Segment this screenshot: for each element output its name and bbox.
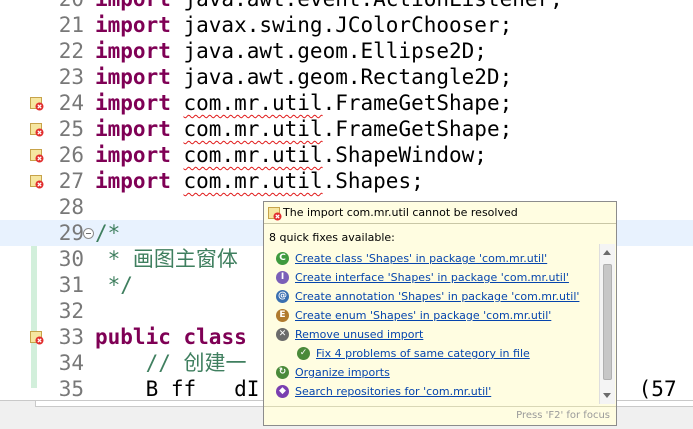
scroll-up-icon[interactable] <box>603 250 611 255</box>
quick-fix-count: 8 quick fixes available: <box>269 231 395 244</box>
line-number: 20 <box>40 0 84 12</box>
code-text: import com.mr.util.ShapeWindow; <box>95 142 487 168</box>
line-number: 33 <box>58 325 84 349</box>
line-number: 25 <box>58 117 84 141</box>
keyword: import <box>95 91 171 115</box>
code-token: java.awt.event.ActionListener; <box>171 0 563 11</box>
quick-fix-label[interactable]: Remove unused import <box>295 328 423 341</box>
line-number: 26 <box>58 143 84 167</box>
code-line[interactable]: 27 import com.mr.util.Shapes; <box>0 168 693 194</box>
code-line[interactable]: 21 import javax.swing.JColorChooser; <box>0 12 693 38</box>
unresolved-package: com.mr.util <box>183 143 323 167</box>
code-text: * 画图主窗体 <box>95 246 238 272</box>
quick-fix-label[interactable]: Create enum 'Shapes' in package 'com.mr.… <box>295 309 551 322</box>
code-token: class <box>183 325 247 349</box>
enum-icon: E <box>276 309 289 322</box>
keyword: import <box>95 143 171 167</box>
line-number: 29 <box>58 221 84 245</box>
interface-icon: I <box>276 271 289 284</box>
code-line[interactable]: 22 import java.awt.geom.Ellipse2D; <box>0 38 693 64</box>
quick-fix-label[interactable]: Create interface 'Shapes' in package 'co… <box>295 271 569 284</box>
popup-scrollbar[interactable] <box>599 244 615 404</box>
keyword: import <box>95 169 171 193</box>
unresolved-package: com.mr.util <box>183 91 323 115</box>
code-line[interactable]: 20 import java.awt.event.ActionListener; <box>0 0 693 12</box>
popup-footer: Press 'F2' for focus <box>264 406 616 425</box>
scroll-down-icon[interactable] <box>603 393 611 398</box>
code-token: java.awt.geom.Rectangle2D; <box>170 65 513 89</box>
code-line[interactable]: 26 import com.mr.util.ShapeWindow; <box>0 142 693 168</box>
keyword: public <box>95 325 171 349</box>
comment-text: */ <box>95 273 133 297</box>
annotation-icon: @ <box>276 290 289 303</box>
fold-collapse-icon[interactable] <box>83 228 94 239</box>
keyword: import <box>95 0 171 11</box>
remove-icon: ✕ <box>276 328 289 341</box>
code-token: .ShapeWindow; <box>322 143 487 167</box>
quick-fix-label[interactable]: Organize imports <box>295 366 390 379</box>
line-number: 35 <box>58 377 84 400</box>
popup-title-bar: The import com.mr.util cannot be resolve… <box>264 202 616 224</box>
import-error-icon <box>268 206 282 221</box>
code-text: import java.awt.geom.Ellipse2D; <box>95 38 487 64</box>
keyword: import <box>95 13 171 37</box>
line-number: 22 <box>58 39 84 63</box>
code-token: java.awt.geom.Ellipse2D; <box>170 39 487 63</box>
line-number: 30 <box>58 247 84 271</box>
code-text: // 创建一 <box>95 350 247 376</box>
keyword: import <box>95 117 171 141</box>
code-token: .FrameGetShape; <box>322 117 513 141</box>
scrollbar-thumb[interactable] <box>603 264 612 380</box>
line-number: 21 <box>58 13 84 37</box>
class-icon: C <box>276 252 289 265</box>
quick-fix-popup[interactable]: The import com.mr.util cannot be resolve… <box>263 201 617 426</box>
code-text: import com.mr.util.FrameGetShape; <box>95 116 512 142</box>
code-text: import java.awt.event.ActionListener; <box>95 0 563 12</box>
code-line[interactable]: 25 import com.mr.util.FrameGetShape; <box>0 116 693 142</box>
code-line[interactable]: 24 import com.mr.util.FrameGetShape; <box>0 90 693 116</box>
keyword: import <box>95 65 171 89</box>
code-token: .FrameGetShape; <box>322 91 513 115</box>
search-repo-icon: ◆ <box>276 385 289 398</box>
unresolved-package: com.mr.util <box>183 169 323 193</box>
line-number: 27 <box>58 169 84 193</box>
code-token: javax.swing.JColorChooser; <box>170 13 513 37</box>
code-line[interactable]: 23 import java.awt.geom.Rectangle2D; <box>0 64 693 90</box>
comment-text: * 画图主窗体 <box>95 247 238 271</box>
code-text: import com.mr.util.Shapes; <box>95 168 424 194</box>
organize-icon: ↻ <box>276 366 289 379</box>
comment-text: /* <box>95 221 121 245</box>
line-number: 31 <box>58 273 84 297</box>
code-text: import com.mr.util.FrameGetShape; <box>95 90 512 116</box>
line-number: 23 <box>58 65 84 89</box>
comment-text: // 创建一 <box>95 351 247 375</box>
popup-title: The import com.mr.util cannot be resolve… <box>283 206 518 219</box>
code-text: import java.awt.geom.Rectangle2D; <box>95 64 512 90</box>
line-number: 34 <box>58 351 84 375</box>
code-text: /* <box>95 220 120 246</box>
focus-hint: Press 'F2' for focus <box>516 410 610 421</box>
quick-fix-label[interactable]: Search repositories for 'com.mr.util' <box>295 385 491 398</box>
code-text: import javax.swing.JColorChooser; <box>95 12 512 38</box>
unresolved-package: com.mr.util <box>183 117 323 141</box>
line-number: 24 <box>58 91 84 115</box>
code-token: .Shapes; <box>322 169 424 193</box>
line-number: 28 <box>58 195 84 219</box>
code-text: */ <box>95 272 133 298</box>
line-number: 32 <box>58 299 84 323</box>
quick-fix-label[interactable]: Create annotation 'Shapes' in package 'c… <box>295 290 579 303</box>
quick-fix-label[interactable]: Create class 'Shapes' in package 'com.mr… <box>295 252 547 265</box>
keyword: import <box>95 39 171 63</box>
quick-fix-label[interactable]: Fix 4 problems of same category in file <box>316 347 530 360</box>
multi-fix-icon: ✓ <box>297 347 310 360</box>
